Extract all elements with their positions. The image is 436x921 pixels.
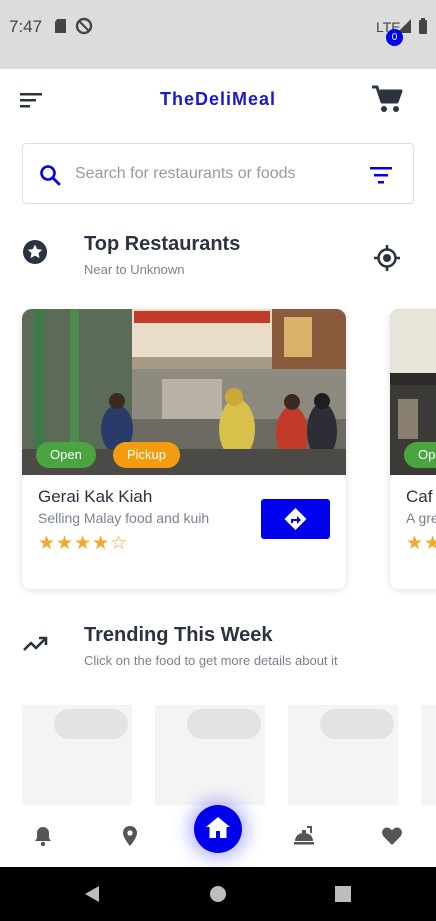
status-bar: 7:47 LTE bbox=[0, 0, 436, 69]
open-status-tag: Op bbox=[404, 442, 436, 468]
restaurant-card[interactable]: Open Pickup Gerai Kak Kiah Selling Malay… bbox=[22, 309, 346, 589]
cart-count-badge: 0 bbox=[386, 29, 403, 46]
open-status-tag: Open bbox=[36, 442, 96, 468]
trending-up-icon bbox=[23, 636, 48, 651]
trending-subtitle: Click on the food to get more details ab… bbox=[84, 653, 338, 668]
app-bar: TheDeliMeal bbox=[0, 69, 436, 131]
restaurant-name: Caf bbox=[406, 487, 433, 506]
pickup-tag: Pickup bbox=[113, 442, 181, 468]
top-restaurants-title: Top Restaurants bbox=[84, 233, 241, 255]
status-time: 7:47 bbox=[9, 17, 43, 36]
system-navigation-bar bbox=[0, 867, 436, 921]
trending-food-placeholder-label bbox=[320, 709, 394, 739]
directions-icon bbox=[284, 508, 307, 530]
my-location-icon[interactable] bbox=[373, 244, 401, 272]
home-button[interactable] bbox=[194, 805, 242, 853]
restaurant-menu-icon[interactable] bbox=[292, 824, 316, 848]
home-circle-icon[interactable] bbox=[209, 885, 227, 903]
trending-food-placeholder[interactable] bbox=[421, 705, 436, 805]
search-bar bbox=[22, 143, 414, 204]
battery-icon bbox=[419, 18, 427, 34]
trending-food-placeholder-label bbox=[54, 709, 128, 739]
restaurant-card[interactable]: Op Caf A gre ★★ bbox=[390, 309, 436, 589]
top-restaurants-subtitle: Near to Unknown bbox=[84, 262, 185, 277]
back-icon[interactable] bbox=[83, 885, 101, 903]
cart-icon[interactable] bbox=[370, 84, 406, 116]
restaurant-description: A gre bbox=[406, 510, 436, 526]
filter-icon[interactable] bbox=[369, 164, 393, 186]
location-pin-icon[interactable] bbox=[118, 824, 142, 848]
restaurant-description: Selling Malay food and kuih bbox=[38, 510, 210, 526]
restaurant-name: Gerai Kak Kiah bbox=[38, 487, 153, 506]
trending-food-placeholder-label bbox=[187, 709, 261, 739]
data-saver-icon bbox=[75, 17, 93, 35]
search-input[interactable] bbox=[75, 158, 355, 190]
star-badge-icon bbox=[23, 240, 47, 264]
recents-icon[interactable] bbox=[335, 886, 351, 902]
sd-card-icon bbox=[55, 19, 66, 33]
restaurant-rating: ★★ bbox=[406, 533, 436, 554]
trending-title: Trending This Week bbox=[84, 624, 273, 646]
heart-icon[interactable] bbox=[380, 824, 404, 848]
directions-button[interactable] bbox=[261, 499, 330, 539]
home-icon bbox=[206, 817, 230, 838]
app-screen: 7:47 LTE TheDeliMeal 0 Search for restau… bbox=[0, 0, 436, 921]
search-icon bbox=[40, 165, 61, 186]
bell-icon[interactable] bbox=[31, 824, 55, 848]
restaurant-rating: ★★★★☆ bbox=[38, 533, 129, 554]
